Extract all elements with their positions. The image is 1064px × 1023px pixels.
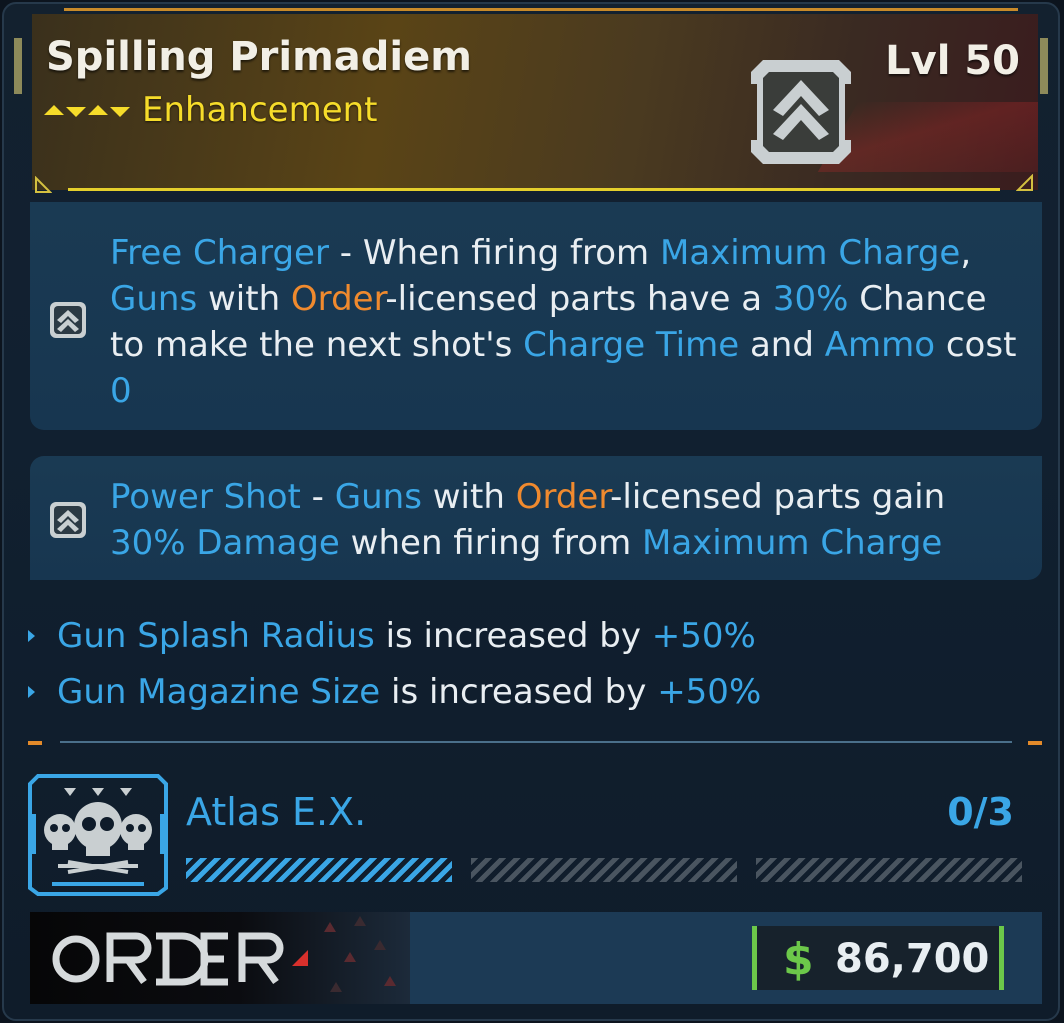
skill-description: Free Charger - When firing from Maximum … — [110, 230, 1018, 414]
skill-text-fragment: -licensed parts have a — [385, 279, 773, 319]
header-corner-right-icon — [1016, 174, 1033, 191]
item-footer: $ 86,700 — [30, 912, 1042, 1004]
stat-bonus-row: Gun Magazine Size is increased by +50% — [28, 672, 761, 712]
class-chevron-icon — [751, 60, 851, 164]
skill-chevron-icon — [50, 302, 86, 338]
header-underline — [68, 188, 1000, 191]
skill-text-fragment: and — [739, 325, 825, 365]
skill-keyword: Charge Time — [523, 325, 740, 365]
item-header: Spilling Primadiem Enhancement Lvl 50 — [32, 14, 1038, 190]
skill-keyword: Maximum Charge — [660, 233, 961, 273]
stat-name: Gun Splash Radius — [57, 616, 375, 656]
manufacturer-keyword: Order — [290, 279, 386, 319]
manufacturer-keyword: Order — [515, 477, 611, 517]
manufacturer-logo-icon — [52, 932, 308, 986]
item-name: Spilling Primadiem — [46, 34, 472, 80]
card-left-tick — [14, 38, 22, 94]
manufacturer-pattern-icon — [324, 916, 396, 992]
skill-text-fragment: with — [197, 279, 291, 319]
rarity-label: Enhancement — [142, 90, 378, 130]
skill-box-power-shot: Power Shot - Guns with Order-licensed pa… — [30, 456, 1042, 580]
price-box: $ 86,700 — [752, 926, 1004, 990]
skill-keyword: Guns — [334, 477, 422, 517]
bullet-icon — [28, 630, 35, 642]
skill-description: Power Shot - Guns with Order-licensed pa… — [110, 474, 1018, 566]
set-progress-pip — [471, 858, 737, 882]
item-card: Spilling Primadiem Enhancement Lvl 50 Fr… — [2, 2, 1060, 1021]
skill-keyword: 30% — [772, 279, 849, 319]
divider-cap-right — [1028, 741, 1042, 745]
bullet-icon — [28, 686, 35, 698]
skill-text-fragment: , — [960, 233, 982, 273]
skill-text-fragment: when firing from — [339, 523, 643, 563]
skill-keyword: Maximum Charge — [642, 523, 943, 563]
rarity-row: Enhancement — [44, 90, 378, 130]
skill-text-fragment: with — [421, 477, 516, 517]
skill-text-fragment: cost — [935, 325, 1028, 365]
card-right-tick — [1040, 38, 1048, 94]
skill-keyword: Ammo — [824, 325, 936, 365]
stat-value: +50% — [657, 672, 762, 712]
skill-keyword: Guns — [110, 279, 198, 319]
skill-keyword: 0 — [110, 371, 132, 411]
stat-text: is increased by — [374, 616, 652, 656]
item-level: Lvl 50 — [885, 38, 1020, 84]
section-divider — [60, 741, 1012, 743]
card-top-edge — [64, 8, 1018, 11]
stat-name: Gun Magazine Size — [57, 672, 381, 712]
stat-text: is increased by — [380, 672, 658, 712]
set-name: Atlas E.X. — [186, 790, 367, 834]
set-progress-pip — [186, 858, 452, 882]
set-progress-pip — [756, 858, 1022, 882]
skill-text-fragment: -licensed parts gain — [610, 477, 956, 517]
skill-text-fragment: - — [300, 477, 335, 517]
skill-box-free-charger: Free Charger - When firing from Maximum … — [30, 202, 1042, 430]
divider-cap-left — [28, 741, 42, 745]
stat-value: +50% — [651, 616, 756, 656]
header-corner-left-icon — [35, 176, 52, 193]
skill-chevron-icon — [50, 502, 86, 538]
price-value: 86,700 — [835, 936, 990, 982]
manufacturer-plate — [30, 912, 410, 1004]
skill-keyword: Power Shot — [110, 477, 301, 517]
skill-keyword: Free Charger — [110, 233, 329, 273]
skill-text-fragment: - When firing from — [328, 233, 660, 273]
stat-bonus-row: Gun Splash Radius is increased by +50% — [28, 616, 756, 656]
dollar-icon: $ — [783, 934, 814, 985]
set-count: 0/3 — [947, 790, 1014, 834]
rarity-chevrons-icon — [44, 105, 130, 117]
skulls-icon — [28, 774, 168, 896]
skill-keyword: 30% Damage — [110, 523, 340, 563]
